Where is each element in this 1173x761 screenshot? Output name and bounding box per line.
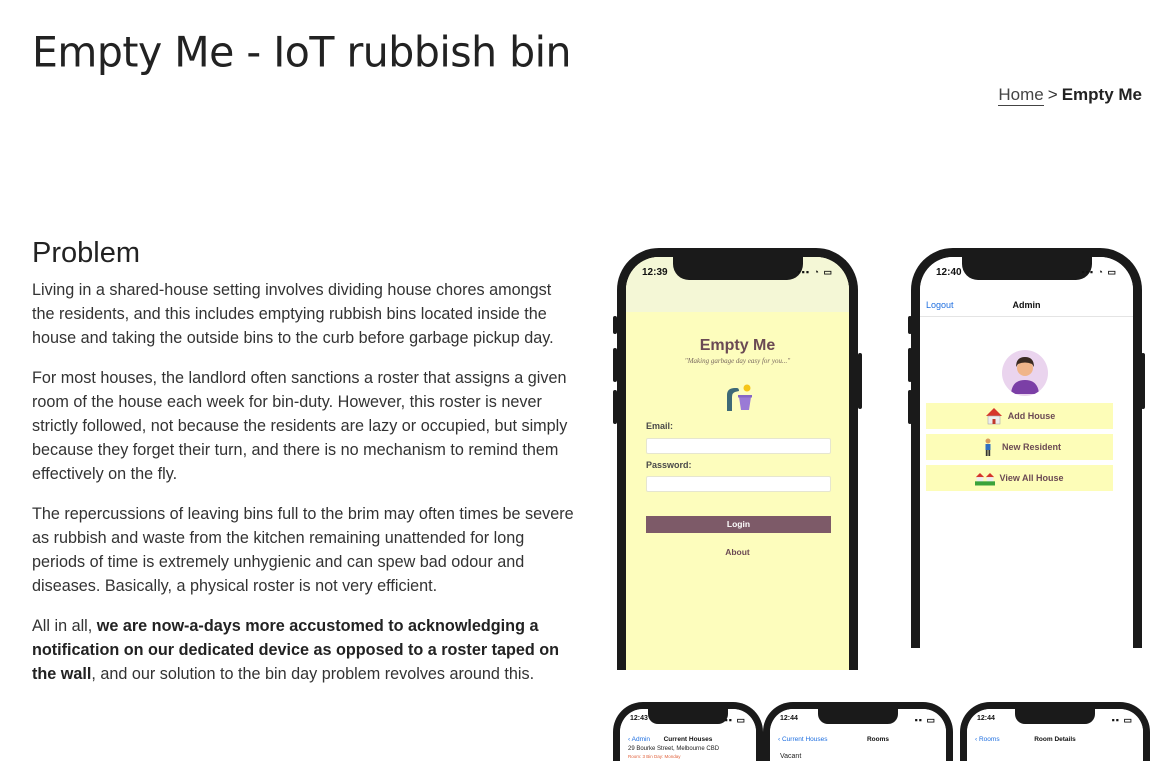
status-icons: ▪▪▪ ◔ ▭ xyxy=(1081,267,1117,277)
password-field xyxy=(646,476,831,492)
section-heading: Problem xyxy=(32,237,140,269)
house-icon xyxy=(984,406,1004,426)
breadcrumb: Home > Empty Me xyxy=(998,85,1142,106)
email-label: Email: xyxy=(646,421,674,431)
status-time: 12:44 xyxy=(780,715,798,722)
status-time: 12:39 xyxy=(642,267,668,278)
email-field xyxy=(646,438,831,454)
bin-logo-icon xyxy=(726,384,752,411)
room-details-title: Room Details xyxy=(1034,736,1076,743)
new-resident-label: New Resident xyxy=(1001,442,1061,452)
status-time: 12:40 xyxy=(936,267,962,278)
paragraph-3: The repercussions of leaving bins full t… xyxy=(32,505,574,595)
status-icons: ▪▪ ▭ xyxy=(914,715,936,725)
paragraph-4-start: All in all, xyxy=(32,617,97,635)
status-icons: ▪▪▪ ◔ ▭ xyxy=(797,267,833,277)
admin-navbar: Logout Admin xyxy=(920,293,1133,317)
rooms-navbar: ‹ Current Houses Rooms xyxy=(770,733,946,749)
password-label: Password: xyxy=(646,460,692,470)
rooms-title: Rooms xyxy=(866,736,890,743)
breadcrumb-separator: > xyxy=(1047,85,1058,104)
about-link: About xyxy=(725,547,750,557)
login-screenshot: 12:39 ▪▪▪ ◔ ▭ Empty Me "Making garbage da… xyxy=(610,248,865,670)
houses-title: Current Houses xyxy=(663,736,713,743)
problem-section: Problem Living in a shared-house setting… xyxy=(32,237,577,702)
paragraph-4: All in all, we are now-a-days more accus… xyxy=(32,614,577,686)
status-time: 12:43 xyxy=(630,715,648,722)
house-row-sub: Room: 3 Bin Day: Monday xyxy=(628,754,681,759)
current-houses-screenshot: 12:43 ▪▪ ▭ ‹ Admin Current Houses 29 Bour… xyxy=(613,702,763,761)
breadcrumb-home-link[interactable]: Home xyxy=(998,85,1044,106)
vacant-row: Vacant xyxy=(780,753,802,760)
status-icons: ▪▪ ▭ xyxy=(1111,715,1133,725)
breadcrumb-current: Empty Me xyxy=(1061,85,1142,104)
house-row: 29 Bourke Street, Melbourne CBD xyxy=(628,746,720,752)
paragraph-1: Living in a shared-house setting involve… xyxy=(32,281,554,347)
paragraph-4-end: , and our solution to the bin day proble… xyxy=(91,665,535,683)
app-tagline: "Making garbage day easy for you..." xyxy=(684,357,791,365)
view-all-house-item: View All House xyxy=(926,465,1113,491)
paragraph-2: For most houses, the landlord often sanc… xyxy=(32,369,568,483)
login-button: Login xyxy=(646,516,831,533)
room-details-screenshot: 12:44 ▪▪ ▭ ‹ Rooms Room Details xyxy=(960,702,1150,761)
add-house-label: Add House xyxy=(1007,411,1056,421)
room-details-navbar: ‹ Rooms Room Details xyxy=(967,733,1143,749)
add-house-item: Add House xyxy=(926,403,1113,429)
rooms-screenshot: 12:44 ▪▪ ▭ ‹ Current Houses Rooms Vacant xyxy=(763,702,953,761)
houses-icon xyxy=(975,468,996,488)
status-time: 12:44 xyxy=(977,715,995,722)
app-name: Empty Me xyxy=(699,337,776,354)
person-icon xyxy=(978,437,998,457)
status-icons: ▪▪ ▭ xyxy=(724,715,746,725)
admin-screenshot: 12:40 ▪▪▪ ◔ ▭ Logout Admin Add House New… xyxy=(895,248,1150,648)
admin-title: Admin xyxy=(1012,300,1041,310)
view-all-house-label: View All House xyxy=(999,473,1064,483)
new-resident-item: New Resident xyxy=(926,434,1113,460)
page-title: Empty Me - IoT rubbish bin xyxy=(32,27,572,77)
avatar-icon xyxy=(1002,350,1048,396)
